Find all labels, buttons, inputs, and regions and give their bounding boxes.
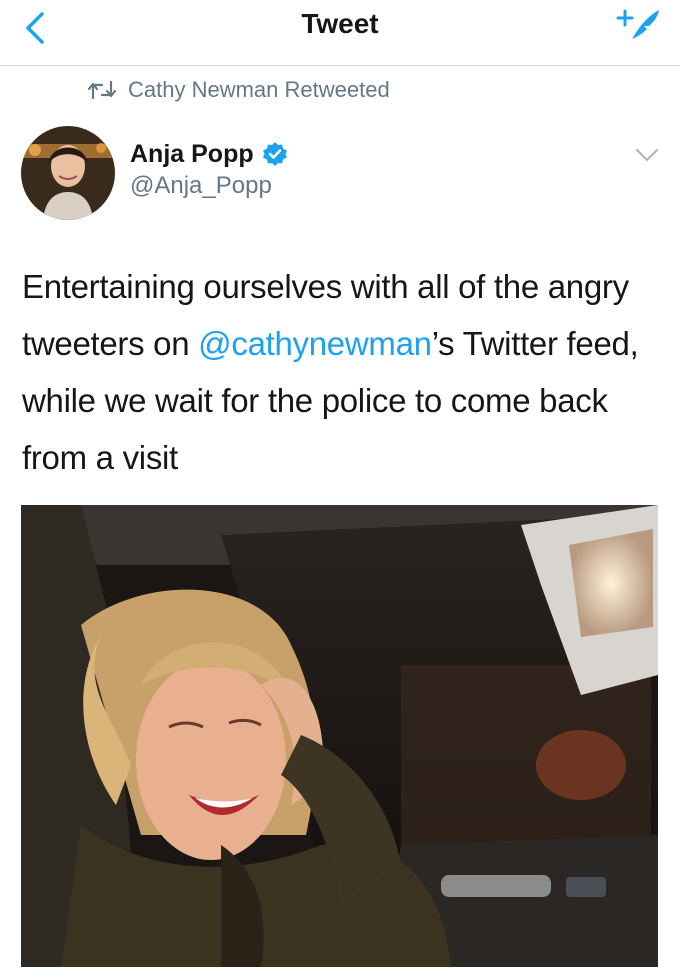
compose-tweet-icon	[616, 9, 659, 48]
author-handle[interactable]: @Anja_Popp	[130, 172, 288, 200]
retweet-context[interactable]: Cathy Newman Retweeted	[88, 76, 390, 104]
page-title: Tweet	[301, 8, 379, 39]
avatar[interactable]	[21, 126, 115, 220]
tweet-text: Entertaining ourselves with all of the a…	[22, 258, 667, 486]
mention-link[interactable]: @cathynewman	[198, 325, 432, 362]
verified-badge-icon	[262, 142, 287, 166]
retweet-label: Cathy Newman Retweeted	[128, 77, 390, 102]
author-name[interactable]: Anja Popp	[130, 140, 254, 169]
compose-tweet-button[interactable]	[614, 4, 662, 52]
chevron-down-icon	[635, 148, 659, 162]
tweet-options-button[interactable]	[630, 140, 664, 170]
retweet-icon	[88, 80, 116, 100]
tweet-author[interactable]: Anja Popp @Anja_Popp	[130, 138, 288, 200]
navigation-bar: Tweet	[0, 0, 680, 66]
tweet-photo[interactable]	[21, 505, 658, 967]
